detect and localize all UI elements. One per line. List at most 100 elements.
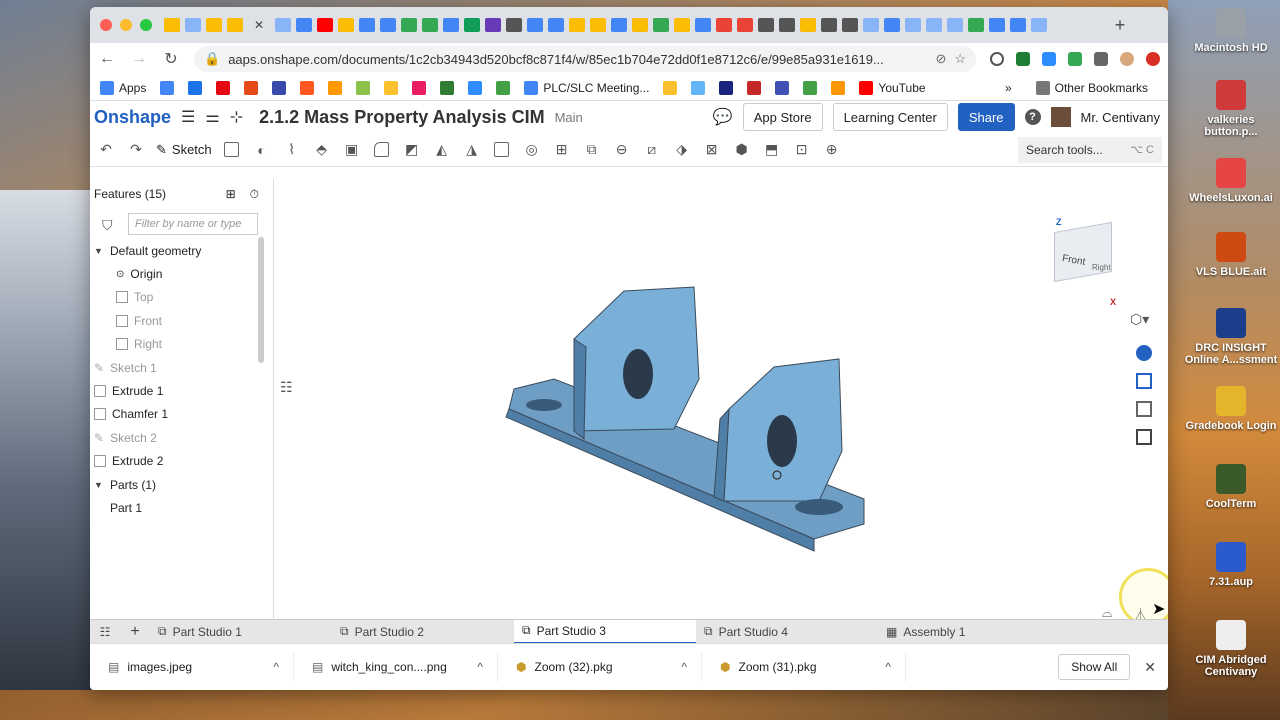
browser-tab-favicon[interactable]: [401, 18, 418, 32]
undo-icon[interactable]: ↶: [96, 141, 116, 159]
transform-icon[interactable]: ⬗: [672, 141, 692, 159]
browser-tab-favicon[interactable]: [206, 18, 222, 32]
default-geometry-group[interactable]: ▼ Default geometry: [90, 239, 273, 262]
minimize-window-button[interactable]: [120, 19, 132, 31]
bookmark-item[interactable]: [244, 80, 259, 95]
bookmark-item[interactable]: [216, 80, 231, 95]
bookmark-item[interactable]: [384, 80, 399, 95]
bookmark-item[interactable]: [747, 80, 762, 95]
browser-tab-favicon[interactable]: [590, 18, 607, 32]
download-options-chevron-icon[interactable]: ^: [477, 660, 483, 674]
bookmark-item[interactable]: [356, 80, 371, 95]
bookmarks-more-chevron[interactable]: »: [1005, 81, 1012, 95]
desktop-icon[interactable]: VLS BLUE.ait: [1182, 232, 1280, 278]
download-options-chevron-icon[interactable]: ^: [885, 660, 891, 674]
camera-off-icon[interactable]: ⊘: [935, 51, 946, 67]
view-cube-right-face[interactable]: Right: [1092, 263, 1111, 272]
configuration-icon[interactable]: ⊹: [230, 107, 243, 127]
browser-tab-favicon[interactable]: [164, 18, 180, 32]
download-item[interactable]: ▤ witch_king_con....png ^: [294, 652, 498, 682]
split-icon[interactable]: ⧄: [642, 141, 662, 159]
feature-row[interactable]: Extrude 1: [90, 379, 273, 402]
appearance-panel-icon[interactable]: [1136, 345, 1152, 361]
shell-icon[interactable]: [492, 141, 512, 159]
download-item[interactable]: ⬢ Zoom (32).pkg ^: [498, 652, 702, 682]
browser-tab-favicon[interactable]: [275, 18, 292, 32]
draft-icon[interactable]: ◭: [432, 141, 452, 159]
tab-part-studio-2[interactable]: ⧉ Part Studio 2: [332, 620, 514, 644]
new-tab-button[interactable]: +: [1108, 15, 1132, 36]
download-options-chevron-icon[interactable]: ^: [681, 660, 687, 674]
view-options-cube-icon[interactable]: ⬡▾: [1130, 311, 1149, 328]
download-options-chevron-icon[interactable]: ^: [273, 660, 279, 674]
bookmark-item[interactable]: [188, 80, 203, 95]
bookmark-item[interactable]: [440, 80, 455, 95]
browser-tab-favicon[interactable]: [359, 18, 376, 32]
tab-part-studio-1[interactable]: ⧉ Part Studio 1: [150, 620, 332, 644]
bookmark-item[interactable]: Apps: [100, 80, 146, 95]
extension-excel-icon[interactable]: [1016, 52, 1030, 66]
collapse-triangle-icon[interactable]: ▼: [94, 480, 104, 490]
learning-center-button[interactable]: Learning Center: [832, 103, 948, 131]
browser-tab-favicon[interactable]: [674, 18, 691, 32]
other-bookmarks[interactable]: Other Bookmarks: [1035, 80, 1148, 95]
browser-tab-favicon[interactable]: [800, 18, 817, 32]
extensions-puzzle-icon[interactable]: [1094, 52, 1108, 66]
bookmark-item[interactable]: [775, 80, 790, 95]
desktop-icon[interactable]: 7.31.aup: [1182, 542, 1280, 588]
browser-tab-favicon[interactable]: [380, 18, 397, 32]
browser-tab-favicon[interactable]: [548, 18, 565, 32]
desktop-icon[interactable]: CIM Abridged Centivany: [1182, 620, 1280, 678]
active-tab-favicon[interactable]: [227, 18, 243, 32]
download-item[interactable]: ⬢ Zoom (31).pkg ^: [702, 652, 906, 682]
browser-tab-favicon[interactable]: [1031, 18, 1048, 32]
browser-tab-favicon[interactable]: [716, 18, 733, 32]
bookmark-item[interactable]: [663, 80, 678, 95]
back-arrow-icon[interactable]: ←: [98, 50, 116, 68]
feature-list-scrollbar[interactable]: [258, 237, 264, 363]
download-item[interactable]: ▤ images.jpeg ^: [90, 652, 294, 682]
feature-row[interactable]: ⊙ Origin: [90, 262, 273, 285]
tab-part-studio-3[interactable]: ⧉ Part Studio 3: [514, 619, 696, 644]
bookmark-item[interactable]: [468, 80, 483, 95]
browser-tab-favicon[interactable]: [527, 18, 544, 32]
mate-connector-icon[interactable]: ⊡: [792, 141, 812, 159]
close-downloads-icon[interactable]: ✕: [1144, 659, 1156, 676]
redo-icon[interactable]: ↷: [126, 141, 146, 159]
address-bar[interactable]: 🔒 aaps.onshape.com/documents/1c2cb34943d…: [194, 46, 976, 72]
document-title[interactable]: 2.1.2 Mass Property Analysis CIM: [259, 107, 544, 128]
browser-tab-favicon[interactable]: [569, 18, 586, 32]
reload-icon[interactable]: ↻: [162, 49, 180, 69]
feature-row[interactable]: Right: [90, 333, 273, 356]
browser-tab-favicon[interactable]: [884, 18, 901, 32]
onshape-logo[interactable]: Onshape: [94, 107, 171, 128]
bookmark-item[interactable]: [328, 80, 343, 95]
bookmark-item[interactable]: [831, 80, 846, 95]
bookmark-item[interactable]: [412, 80, 427, 95]
tab-part-studio-4[interactable]: ⧉ Part Studio 4: [696, 620, 878, 644]
mirror-icon[interactable]: ⧉: [582, 141, 602, 159]
profile-avatar[interactable]: [1120, 52, 1134, 66]
part-model[interactable]: [274, 179, 1168, 619]
desktop-icon[interactable]: CoolTerm: [1182, 464, 1280, 510]
browser-tab-favicon[interactable]: [821, 18, 838, 32]
browser-tab-favicon[interactable]: [737, 18, 754, 32]
browser-tab-favicon[interactable]: [443, 18, 460, 32]
browser-tab-favicon[interactable]: [485, 18, 502, 32]
mass-properties-icon[interactable]: [1136, 429, 1152, 445]
branch-label[interactable]: Main: [555, 110, 583, 125]
tab-assembly-1[interactable]: ▦ Assembly 1: [878, 620, 1060, 644]
browser-tab-favicon[interactable]: [779, 18, 796, 32]
browser-tab-favicon[interactable]: [653, 18, 670, 32]
loft-icon[interactable]: ⬘: [312, 141, 332, 159]
bookmark-item[interactable]: [719, 80, 734, 95]
close-window-button[interactable]: [100, 19, 112, 31]
bookmark-item[interactable]: [803, 80, 818, 95]
collapse-triangle-icon[interactable]: ▼: [94, 246, 104, 256]
extension-circle-icon[interactable]: [990, 52, 1004, 66]
chamfer-icon[interactable]: ◩: [402, 141, 422, 159]
update-menu-icon[interactable]: [1146, 52, 1160, 66]
bookmark-item[interactable]: [272, 80, 287, 95]
share-button[interactable]: Share: [957, 103, 1015, 131]
browser-tab-favicon[interactable]: [185, 18, 201, 32]
